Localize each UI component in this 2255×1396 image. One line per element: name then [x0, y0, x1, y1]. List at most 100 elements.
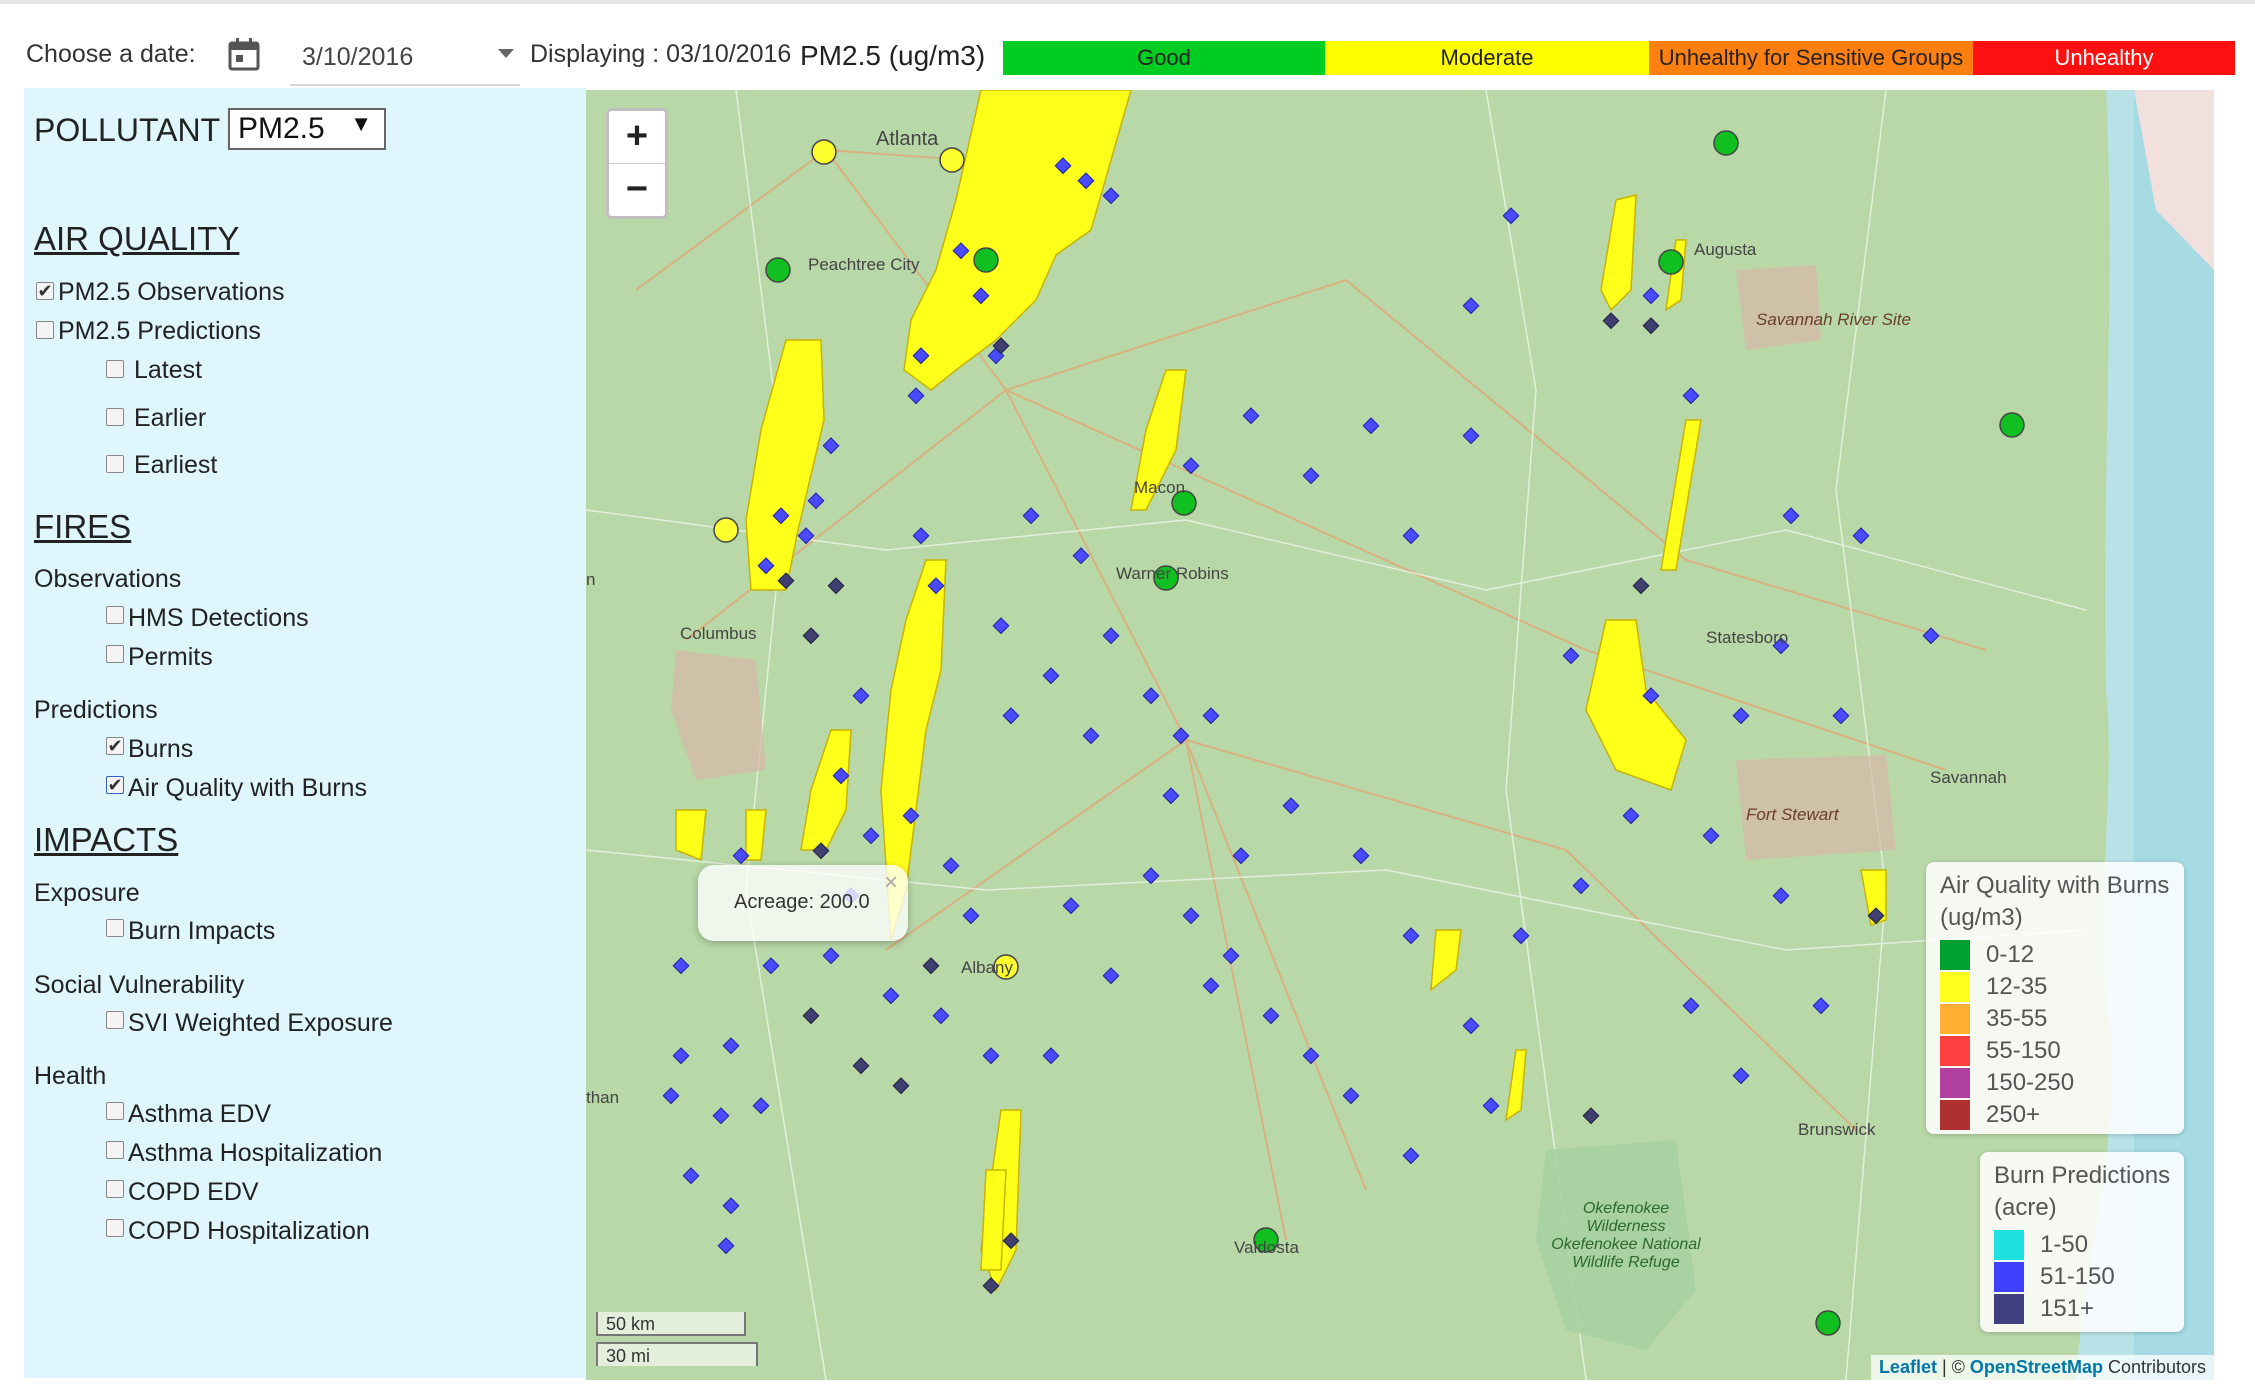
place-than: than: [586, 1088, 620, 1107]
legend-swatch: [1940, 1004, 1970, 1034]
legend-label: 150-250: [1986, 1069, 2075, 1096]
legend-swatch: [1940, 972, 1970, 1002]
scale-km: 50 km: [596, 1312, 746, 1336]
fire-observations-label: Observations: [34, 565, 182, 593]
attribution-tail: Contributors: [2102, 1357, 2206, 1377]
burn-popup: Acreage: 200.0 ×: [698, 865, 908, 941]
legend-label: 0-12: [1986, 941, 2035, 968]
exposure-label: Exposure: [34, 879, 140, 907]
zoom-out-button[interactable]: −: [609, 163, 665, 216]
aq-legend-subtitle: (ug/m3): [1940, 904, 2023, 931]
asthma-edv-label: Asthma EDV: [128, 1100, 272, 1128]
legend-swatch: [1940, 1068, 1970, 1098]
scale-mi: 30 mi: [596, 1342, 758, 1366]
aq-category-unhealthy: Unhealthy: [1973, 41, 2235, 75]
aq-category-scale: Good Moderate Unhealthy for Sensitive Gr…: [1003, 41, 2235, 75]
pm25-predictions-checkbox[interactable]: [36, 321, 54, 339]
map-view[interactable]: Atlanta Peachtree City Augusta Savannah …: [586, 90, 2214, 1380]
dropdown-arrow-icon: ▼: [350, 111, 372, 136]
chevron-down-icon[interactable]: [498, 49, 514, 58]
permits-checkbox[interactable]: [106, 645, 124, 663]
earliest-checkbox[interactable]: [106, 455, 124, 473]
burns-checkbox[interactable]: ✔: [106, 737, 124, 755]
hms-detections-checkbox[interactable]: [106, 606, 124, 624]
burn-legend: Burn Predictions (acre) 1-50 51-150 151+: [1980, 1152, 2184, 1332]
social-vulnerability-label: Social Vulnerability: [34, 971, 245, 999]
place-savannah-river-site: Savannah River Site: [1756, 310, 1911, 329]
legend-swatch: [1940, 940, 1970, 970]
calendar-icon[interactable]: [228, 37, 260, 71]
aq-with-burns-checkbox[interactable]: ✔: [106, 776, 124, 794]
aq-category-good: Good: [1003, 41, 1325, 75]
svi-checkbox[interactable]: [106, 1011, 124, 1029]
impacts-heading: IMPACTS: [34, 821, 179, 858]
fire-predictions-label: Predictions: [34, 696, 158, 724]
fires-heading: FIRES: [34, 508, 132, 545]
plume-west: [745, 339, 825, 591]
pollutant-select[interactable]: PM2.5 ▼: [228, 108, 386, 150]
close-icon[interactable]: ×: [884, 869, 898, 897]
place-atlanta: Atlanta: [876, 128, 939, 150]
copd-edv-checkbox[interactable]: [106, 1180, 124, 1198]
date-label: Choose a date:: [26, 40, 196, 68]
earlier-label: Earlier: [134, 404, 207, 432]
plume-south-2: [980, 1169, 1007, 1271]
map-attribution: Leaflet | © OpenStreetMap Contributors: [1870, 1355, 2214, 1380]
place-brunswick: Brunswick: [1798, 1120, 1876, 1139]
burn-impacts-label: Burn Impacts: [128, 917, 276, 945]
earliest-label: Earliest: [134, 451, 218, 479]
legend-swatch: [1994, 1294, 2024, 1324]
top-toolbar: Choose a date: 3/10/2016 Displaying : 03…: [0, 0, 2255, 92]
legend-label: 35-55: [1986, 1005, 2048, 1032]
legend-label: 151+: [2040, 1295, 2095, 1322]
place-okefenokee: Okefenokee Wilderness Okefenokee Nationa…: [1551, 1200, 1701, 1271]
fort-benning-area: [671, 650, 766, 780]
place-fort-stewart: Fort Stewart: [1746, 805, 1839, 824]
displaying-date: Displaying : 03/10/2016: [530, 40, 792, 68]
asthma-edv-checkbox[interactable]: [106, 1102, 124, 1120]
copd-hosp-checkbox[interactable]: [106, 1219, 124, 1237]
date-picker-input[interactable]: 3/10/2016: [290, 30, 520, 86]
copd-edv-label: COPD EDV: [128, 1178, 259, 1206]
burns-label: Burns: [128, 735, 194, 763]
legend-swatch: [1940, 1036, 1970, 1066]
pm25-predictions-label: PM2.5 Predictions: [58, 317, 261, 345]
aq-category-usg: Unhealthy for Sensitive Groups: [1649, 41, 1973, 75]
place-warner-robins: Warner Robins: [1116, 564, 1229, 583]
burn-impacts-checkbox[interactable]: [106, 919, 124, 937]
legend-label: 55-150: [1986, 1037, 2061, 1064]
savannah-river-site-area: [1736, 265, 1821, 350]
zoom-in-button[interactable]: +: [609, 111, 665, 163]
permits-label: Permits: [128, 643, 213, 671]
aq-with-burns-label: Air Quality with Burns: [128, 774, 367, 802]
attribution-separator: | ©: [1936, 1357, 1970, 1377]
pollutant-label: POLLUTANT: [34, 112, 221, 148]
copd-hosp-label: COPD Hospitalization: [128, 1217, 370, 1245]
pm25-observations-checkbox[interactable]: ✔: [36, 282, 54, 300]
aq-legend: Air Quality with Burns (ug/m3) 0-12 12-3…: [1926, 862, 2184, 1134]
place-n: n: [586, 570, 596, 589]
burn-legend-title: Burn Predictions: [1994, 1162, 2171, 1189]
svi-label: SVI Weighted Exposure: [128, 1009, 393, 1037]
legend-swatch: [1940, 1100, 1970, 1130]
osm-link[interactable]: OpenStreetMap: [1970, 1357, 2103, 1377]
legend-label: 51-150: [2040, 1263, 2115, 1290]
air-quality-heading: AIR QUALITY: [34, 220, 240, 257]
burn-large-layer: [777, 312, 1885, 1295]
legend-swatch: [1994, 1262, 2024, 1292]
hms-detections-label: HMS Detections: [128, 604, 309, 632]
plume-sw: [800, 729, 852, 851]
latest-checkbox[interactable]: [106, 360, 124, 378]
place-augusta: Augusta: [1694, 240, 1757, 259]
legend-label: 1-50: [2040, 1231, 2089, 1258]
burn-legend-subtitle: (acre): [1994, 1194, 2057, 1221]
earlier-checkbox[interactable]: [106, 408, 124, 426]
pollutant-unit-label: PM2.5 (ug/m3): [790, 36, 996, 76]
place-savannah: Savannah: [1930, 768, 2007, 787]
asthma-hosp-checkbox[interactable]: [106, 1141, 124, 1159]
place-macon: Macon: [1134, 478, 1186, 497]
map-canvas[interactable]: [586, 90, 2214, 1380]
leaflet-link[interactable]: Leaflet: [1879, 1357, 1937, 1377]
asthma-hosp-label: Asthma Hospitalization: [128, 1139, 383, 1167]
place-peachtree: Peachtree City: [808, 255, 920, 274]
